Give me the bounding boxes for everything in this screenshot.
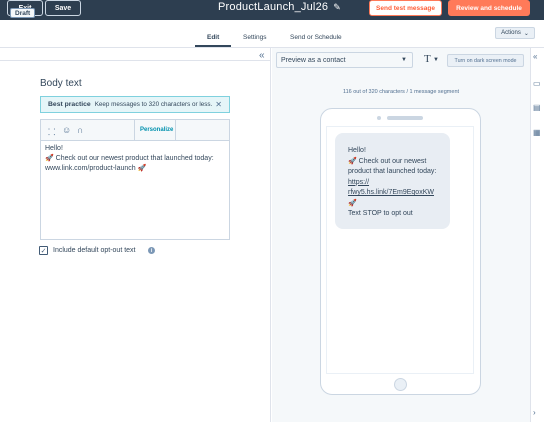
divider: [0, 60, 271, 61]
chevron-right-icon[interactable]: ›: [533, 408, 536, 417]
message-line: Hello!: [348, 147, 366, 154]
sub-bar: [0, 20, 544, 48]
sms-editor[interactable]: ⸬ ☺ ∩ Personalize Hello! 🚀 Check out our…: [40, 119, 230, 240]
message-bubble: Hello! 🚀 Check out our newest product th…: [335, 133, 450, 229]
status-badge: Draft: [10, 8, 36, 18]
message-link-continued[interactable]: rfwy5.hs.link/7Em9EqoxKW: [348, 189, 434, 196]
title-text: ProductLaunch_Jul26: [218, 1, 329, 13]
best-practice-text: Keep messages to 320 characters or less.: [94, 101, 213, 108]
preview-as-select[interactable]: Preview as a contact ▼: [276, 52, 413, 68]
emoji-icon[interactable]: ☺: [62, 125, 71, 135]
snippet-icon[interactable]: ⸬: [48, 125, 55, 138]
phone-home-button: [394, 378, 407, 391]
personalize-button[interactable]: Personalize: [140, 127, 173, 133]
chevron-down-icon: ⌄: [523, 30, 529, 37]
toolbar-divider: [175, 120, 176, 141]
best-practice-alert: Best practice Keep messages to 320 chara…: [40, 96, 230, 113]
review-and-schedule-button[interactable]: Review and schedule: [448, 0, 530, 16]
optout-checkbox[interactable]: ✓: [39, 246, 48, 255]
save-button[interactable]: Save: [45, 0, 81, 16]
caret-down-icon: ▼: [401, 57, 407, 63]
page-title[interactable]: ProductLaunch_Jul26 ✎: [218, 1, 341, 13]
actions-dropdown[interactable]: Actions ⌄: [495, 27, 535, 39]
body-text-heading: Body text: [40, 78, 82, 89]
dark-screen-mode-button[interactable]: Turn on dark screen mode: [447, 54, 524, 67]
check-icon: ✓: [40, 247, 47, 255]
toolbar-divider: [134, 120, 135, 141]
editor-body[interactable]: Hello! 🚀 Check out our newest product th…: [45, 144, 227, 174]
tab-send-or-schedule[interactable]: Send or Schedule: [290, 34, 342, 41]
preview-select-value: Preview as a contact: [281, 56, 346, 64]
headphones-icon[interactable]: ∩: [77, 125, 83, 135]
optout-label: Include default opt-out text: [53, 247, 136, 254]
phone-speaker: [387, 116, 423, 120]
send-test-message-button[interactable]: Send test message: [369, 0, 442, 16]
document-icon[interactable]: ▤: [533, 103, 541, 112]
editor-line: www.link.com/product-launch 🚀: [45, 165, 147, 172]
message-link[interactable]: https://: [348, 179, 369, 186]
calendar-icon[interactable]: ▦: [533, 128, 541, 137]
editor-line: 🚀 Check out our newest product that laun…: [45, 155, 214, 162]
pencil-icon[interactable]: ✎: [333, 2, 341, 13]
chat-icon[interactable]: ▭: [533, 79, 541, 88]
active-tab-underline: [195, 45, 231, 47]
close-icon[interactable]: ✕: [215, 100, 222, 109]
caret-down-icon[interactable]: ▼: [433, 57, 439, 63]
message-footer: Text STOP to opt out: [348, 210, 413, 217]
actions-label: Actions: [501, 30, 521, 36]
character-count: 116 out of 320 characters / 1 message se…: [342, 89, 460, 95]
font-size-icon[interactable]: T: [424, 53, 431, 65]
editor-line: Hello!: [45, 145, 63, 152]
message-line: 🚀 Check out our newest product that laun…: [348, 157, 437, 176]
phone-camera: [377, 116, 381, 120]
double-chevron-left-icon[interactable]: «: [533, 52, 537, 61]
editor-toolbar: ⸬ ☺ ∩ Personalize: [41, 120, 229, 141]
tab-settings[interactable]: Settings: [243, 34, 267, 41]
best-practice-title: Best practice: [48, 101, 91, 108]
tab-edit[interactable]: Edit: [207, 34, 219, 41]
rocket-emoji: 🚀: [348, 199, 357, 207]
info-icon[interactable]: i: [148, 247, 155, 254]
